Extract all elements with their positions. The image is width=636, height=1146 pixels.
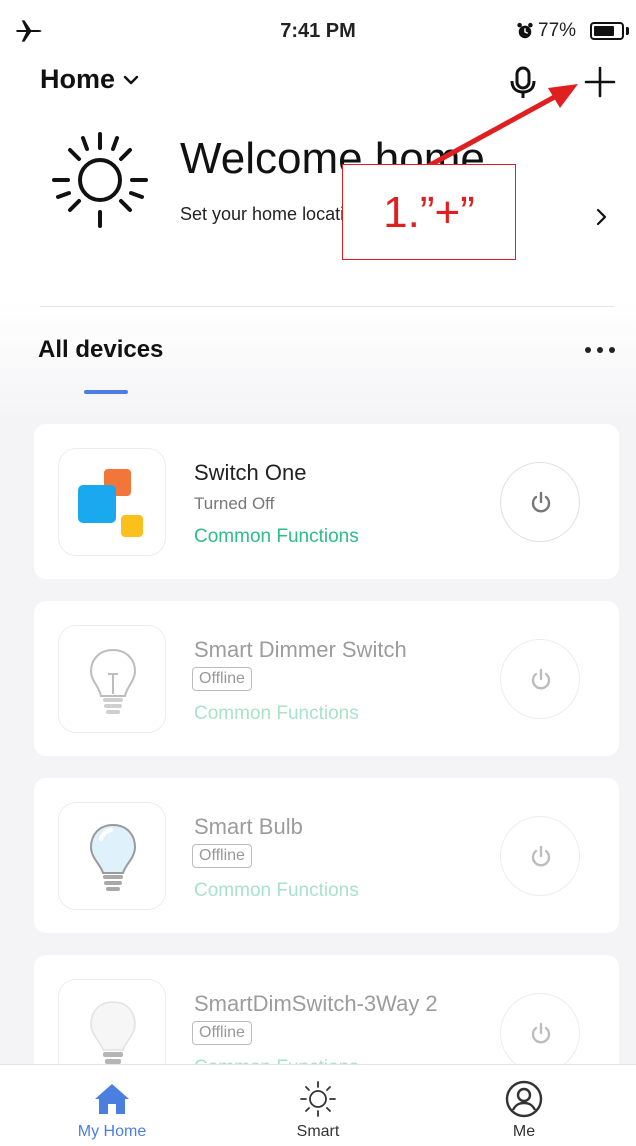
alarm-clock-icon (517, 22, 533, 39)
offline-badge: Offline (192, 844, 252, 868)
annotation-label: 1.”+” (383, 188, 475, 237)
power-button[interactable] (500, 639, 580, 719)
home-selector[interactable]: Home (40, 64, 139, 95)
bottom-nav: My Home Smart Me (0, 1064, 636, 1146)
common-functions-link[interactable]: Common Functions (194, 703, 359, 725)
bulb-icon (58, 802, 166, 910)
offline-badge: Offline (192, 1021, 252, 1045)
home-icon (95, 1084, 129, 1114)
offline-badge: Offline (192, 667, 252, 691)
divider (40, 306, 614, 307)
battery-level (594, 26, 614, 36)
nav-label: My Home (77, 1123, 147, 1140)
battery-cap (626, 27, 629, 35)
device-name: Smart Dimmer Switch (194, 637, 407, 662)
nav-smart[interactable]: Smart (243, 1065, 393, 1146)
nav-label: Me (512, 1123, 536, 1140)
home-title: Home (40, 64, 116, 94)
battery-percent: 77% (538, 20, 577, 41)
power-button[interactable] (500, 816, 580, 896)
microphone-icon[interactable] (506, 64, 540, 100)
annotation-box: 1.”+” (342, 164, 516, 260)
device-card[interactable]: Smart Dimmer Switch Offline Common Funct… (34, 601, 619, 756)
common-functions-link[interactable]: Common Functions (194, 880, 359, 902)
add-device-button[interactable] (582, 64, 618, 100)
chevron-right-icon[interactable] (596, 208, 608, 226)
nav-me[interactable]: Me (449, 1065, 599, 1146)
bulb-outline-icon (58, 625, 166, 733)
all-devices-title[interactable]: All devices (38, 336, 163, 364)
sun-icon (52, 132, 148, 228)
switch-app-icon (58, 448, 166, 556)
device-card[interactable]: Smart Bulb Offline Common Functions (34, 778, 619, 933)
battery-icon (590, 22, 624, 40)
screen: 7:41 PM 77% Home Welcome home Set your h… (0, 0, 636, 1146)
status-bar: 7:41 PM 77% (0, 0, 636, 60)
chevron-down-icon (123, 75, 139, 84)
user-icon (505, 1080, 543, 1118)
nav-label: Smart (296, 1123, 340, 1140)
more-options-icon[interactable] (584, 346, 616, 354)
device-name: Smart Bulb (194, 814, 303, 839)
power-button[interactable] (500, 993, 580, 1073)
nav-my-home[interactable]: My Home (37, 1065, 187, 1146)
sun-icon (300, 1081, 336, 1117)
device-name: Switch One (194, 460, 307, 485)
power-icon (531, 491, 551, 513)
device-status: Turned Off (194, 494, 275, 513)
tab-indicator (84, 390, 128, 394)
power-button[interactable] (500, 462, 580, 542)
power-icon (531, 1022, 551, 1044)
common-functions-link[interactable]: Common Functions (194, 526, 359, 548)
device-name: SmartDimSwitch-3Way 2 (194, 991, 438, 1016)
power-icon (531, 845, 551, 867)
device-card[interactable]: Switch One Turned Off Common Functions (34, 424, 619, 579)
power-icon (531, 668, 551, 690)
